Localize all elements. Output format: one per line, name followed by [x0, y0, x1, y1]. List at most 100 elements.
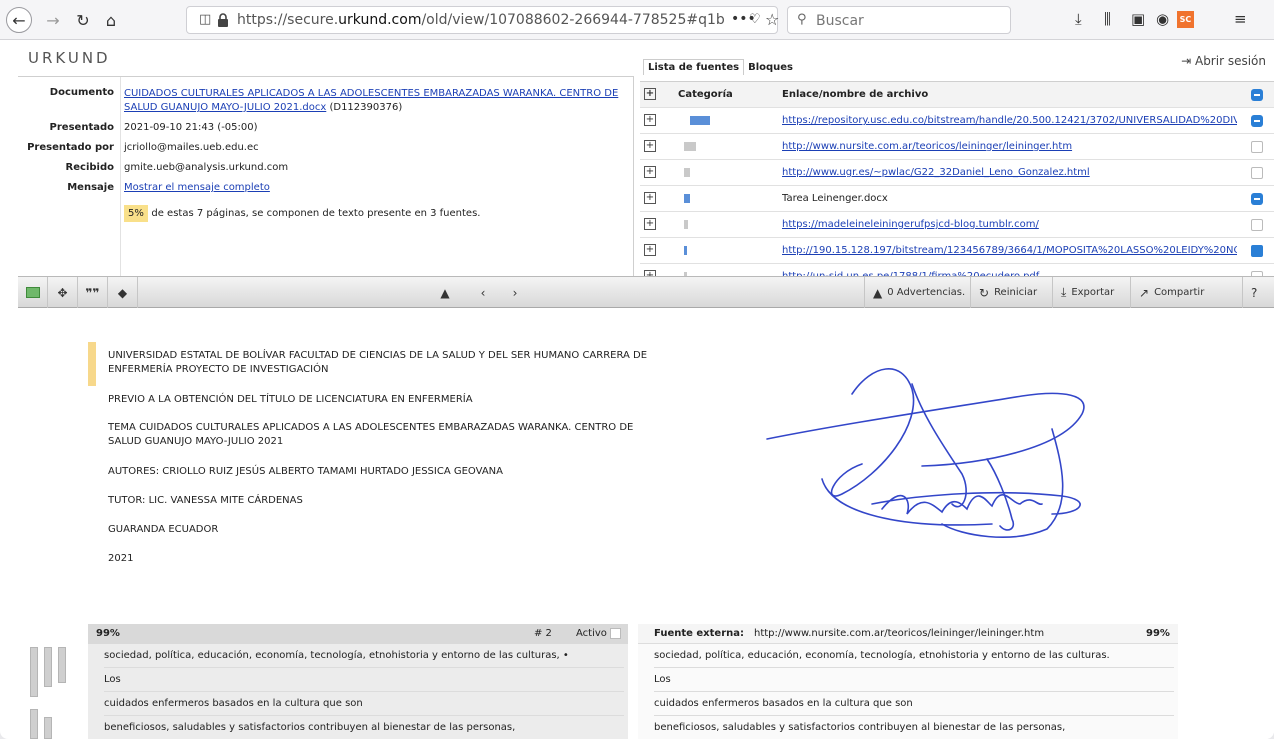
help-button[interactable]: ?	[1242, 277, 1270, 308]
divider	[120, 77, 121, 277]
sources-list: + Categoría Enlace/nombre de archivo + ht…	[640, 81, 1274, 276]
doc-line: AUTORES: CRIOLLO RUIZ JESÚS ALBERTO TAMA…	[108, 466, 503, 477]
share-icon: ↗	[1139, 285, 1150, 300]
home-button[interactable]: ⌂	[98, 7, 124, 33]
export-button[interactable]: ⤓ Exportar	[1052, 277, 1122, 308]
show-message-link[interactable]: Mostrar el mensaje completo	[124, 182, 270, 193]
crosshair-icon: ✥	[57, 285, 68, 300]
category-bar	[684, 246, 687, 255]
tag-icon: ◆	[117, 285, 128, 300]
pocket-icon[interactable]: ♡	[749, 12, 761, 27]
label-presentado: Presentado	[49, 122, 114, 133]
source-row[interactable]: +http://un-sid.un.es.pe/1788/1/firma%20e…	[640, 264, 1274, 276]
previous-button[interactable]: ‹	[470, 277, 496, 308]
warnings-button[interactable]: ▲ 0 Advertencias.	[864, 277, 973, 308]
category-bar	[684, 220, 688, 229]
source-tabs: Lista de fuentes Bloques	[643, 59, 797, 75]
source-checkbox[interactable]	[1251, 141, 1263, 153]
compare-line: Los	[104, 668, 624, 692]
source-link[interactable]: https://madeleineleiningerufpsjcd-blog.t…	[782, 219, 1237, 230]
reload-button[interactable]: ↻	[70, 7, 96, 33]
source-link[interactable]: http://190.15.128.197/bitstream/12345678…	[782, 245, 1237, 256]
active-label: Activo	[576, 628, 607, 639]
expand-all-icon[interactable]: +	[644, 88, 656, 100]
tab-blocks[interactable]: Bloques	[744, 60, 797, 75]
document-info-panel: Documento CUIDADOS CULTURALES APLICADOS …	[18, 76, 634, 277]
expand-icon[interactable]: +	[644, 114, 656, 126]
source-row[interactable]: + https://madeleineleiningerufpsjcd-blog.…	[640, 212, 1274, 238]
source-checkbox[interactable]	[1251, 115, 1263, 127]
search-icon: ⚲	[797, 12, 807, 27]
login-link[interactable]: ⇥ Abrir sesión	[1181, 54, 1266, 68]
source-link[interactable]: http://www.nursite.com.ar/teoricos/leini…	[782, 141, 1237, 152]
source-row[interactable]: + http://www.ugr.es/~pwlac/G22_32Daniel_L…	[640, 160, 1274, 186]
chart-view-button[interactable]	[18, 277, 48, 308]
source-row[interactable]: + Tarea Leinenger.docx	[640, 186, 1274, 212]
reload-icon: ↻	[76, 10, 90, 30]
match-highlight-bar	[88, 342, 96, 386]
search-input[interactable]: ⚲ Buscar	[787, 6, 1011, 34]
quote-icon: ❞❞	[85, 285, 100, 300]
target-button[interactable]: ✥	[48, 277, 78, 308]
document-value: CUIDADOS CULTURALES APLICADOS A LAS ADOL…	[124, 87, 629, 115]
mensaje-value: Mostrar el mensaje completo	[124, 182, 634, 193]
bookmark-star-icon[interactable]: ☆	[765, 10, 779, 29]
label-presentado-por: Presentado por	[27, 142, 114, 153]
next-button[interactable]: ›	[502, 277, 528, 308]
active-checkbox[interactable]	[610, 628, 621, 639]
doc-line: 2021	[108, 553, 134, 564]
back-button[interactable]: ←	[6, 7, 32, 33]
download-icon[interactable]: ⤓	[1075, 10, 1082, 28]
match-number: # 2	[534, 628, 552, 639]
compare-line: Los	[654, 668, 1174, 692]
doc-line: UNIVERSIDAD ESTATAL DE BOLÍVAR FACULTAD …	[108, 350, 648, 375]
compare-panel: 99% # 2 Activo Fuente externa: http://ww…	[18, 619, 1274, 739]
source-row[interactable]: + http://190.15.128.197/bitstream/1234567…	[640, 238, 1274, 264]
external-source-label: Fuente externa:	[654, 628, 744, 639]
source-link[interactable]: Tarea Leinenger.docx	[782, 193, 1237, 204]
right-compare-header: Fuente externa: http://www.nursite.com.a…	[638, 624, 1178, 644]
help-icon: ?	[1251, 285, 1258, 300]
address-bar[interactable]: ◫ https://secure.urkund.com/old/view/107…	[186, 6, 779, 34]
url-text[interactable]: https://secure.urkund.com/old/view/10708…	[237, 12, 725, 28]
chevron-right-icon: ›	[512, 285, 518, 300]
scroll-up-button[interactable]: ▲	[432, 277, 458, 308]
presentado-por-value: jcriollo@mailes.ueb.edu.ec	[124, 142, 259, 153]
source-link[interactable]: http://www.ugr.es/~pwlac/G22_32Daniel_Le…	[782, 167, 1237, 178]
menu-icon[interactable]: ≡	[1234, 10, 1247, 28]
expand-icon[interactable]: +	[644, 244, 656, 256]
share-button[interactable]: ↗ Compartir	[1130, 277, 1212, 308]
category-bar	[690, 116, 710, 125]
shield-icon[interactable]: ◫	[199, 12, 211, 27]
doc-line: PREVIO A LA OBTENCIÓN DEL TÍTULO DE LICE…	[108, 394, 473, 405]
restart-button[interactable]: ↻ Reiniciar	[970, 277, 1045, 308]
source-checkbox[interactable]	[1251, 193, 1263, 205]
source-row[interactable]: + https://repository.usc.edu.co/bitstream…	[640, 108, 1274, 134]
external-source-url[interactable]: http://www.nursite.com.ar/teoricos/leini…	[754, 628, 1044, 639]
tab-sources[interactable]: Lista de fuentes	[643, 59, 745, 75]
quote-button[interactable]: ❞❞	[78, 277, 108, 308]
collapse-all-icon[interactable]	[1251, 89, 1263, 101]
source-checkbox[interactable]	[1251, 245, 1263, 257]
similarity-summary-text: de estas 7 páginas, se componen de texto…	[151, 208, 481, 219]
source-row[interactable]: + http://www.nursite.com.ar/teoricos/lein…	[640, 134, 1274, 160]
tag-button[interactable]: ◆	[108, 277, 138, 308]
compare-line: beneficiosos, saludables y satisfactorio…	[654, 716, 1174, 739]
category-bar	[684, 168, 690, 177]
presentado-value: 2021-09-10 21:43 (-05:00)	[124, 122, 258, 133]
doc-line: TUTOR: LIC. VANESSA MITE CÁRDENAS	[108, 495, 303, 506]
expand-icon[interactable]: +	[644, 218, 656, 230]
expand-icon[interactable]: +	[644, 192, 656, 204]
source-link[interactable]: https://repository.usc.edu.co/bitstream/…	[782, 115, 1237, 126]
viewer-toolbar: ✥ ❞❞ ◆ ▲ ‹ › ▲ 0 Advertencias. ↻ Reiniciar…	[18, 276, 1274, 308]
sidebar-icon[interactable]: ▣	[1131, 10, 1145, 28]
source-checkbox[interactable]	[1251, 167, 1263, 179]
library-icon[interactable]: ⫼	[1104, 10, 1111, 28]
forward-button[interactable]: →	[40, 7, 66, 33]
urkund-logo: URKUND	[28, 49, 111, 67]
source-checkbox[interactable]	[1251, 219, 1263, 231]
profile-badge[interactable]: SC	[1177, 11, 1194, 28]
expand-icon[interactable]: +	[644, 140, 656, 152]
expand-icon[interactable]: +	[644, 166, 656, 178]
account-icon[interactable]: ◉	[1156, 10, 1169, 28]
